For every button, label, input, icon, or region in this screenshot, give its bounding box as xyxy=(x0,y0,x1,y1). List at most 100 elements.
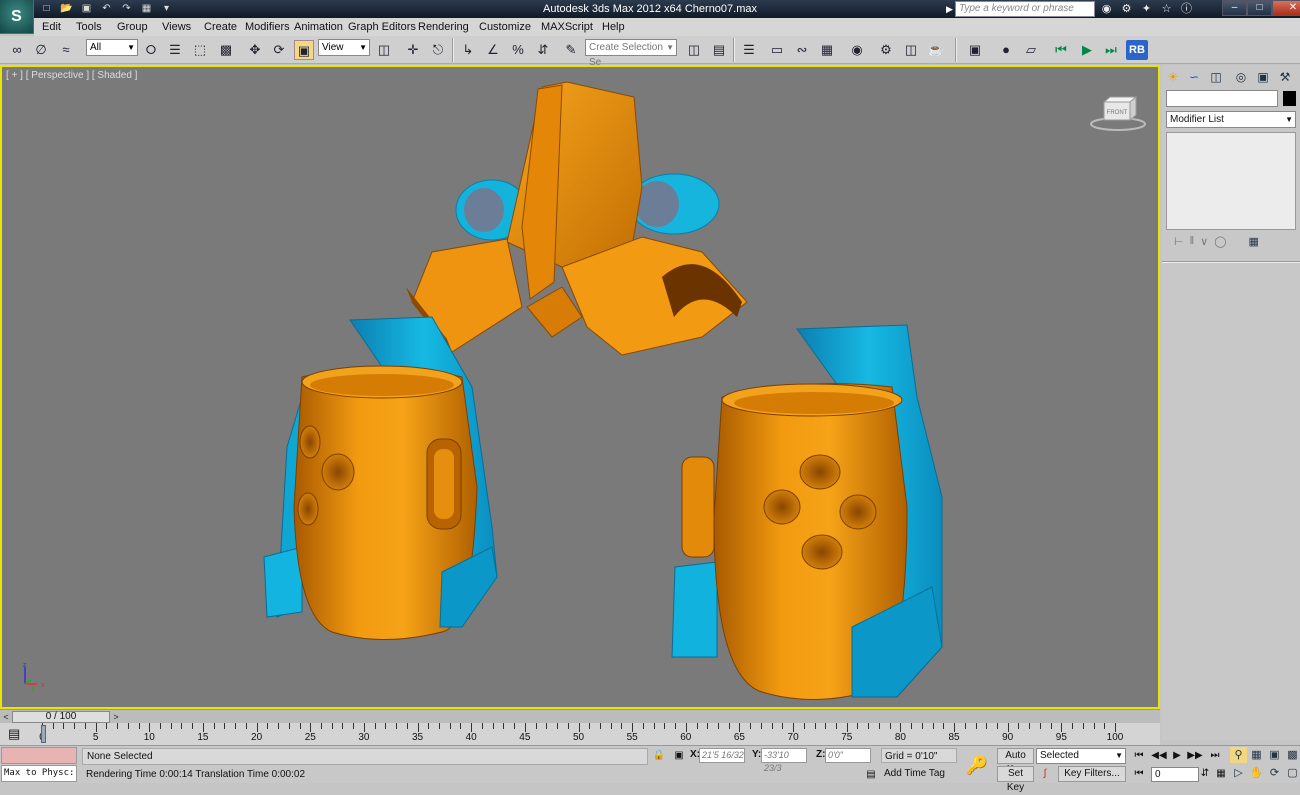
pan-view-icon[interactable]: ✋ xyxy=(1248,765,1265,781)
set-key-icon[interactable]: 🔑 xyxy=(962,752,992,778)
window-crossing-icon[interactable]: ▩ xyxy=(216,40,236,60)
select-and-move-icon[interactable]: ✥ xyxy=(245,40,265,60)
edit-named-selection-icon[interactable]: ✎ xyxy=(561,40,581,60)
maximize-viewport-icon[interactable]: ▢ xyxy=(1284,765,1300,781)
make-unique-icon[interactable]: ∨ xyxy=(1200,235,1208,251)
select-and-rotate-icon[interactable]: ⟳ xyxy=(269,40,289,60)
create-tab-icon[interactable]: ☀ xyxy=(1164,68,1182,86)
motion-tab-icon[interactable]: ◎ xyxy=(1232,68,1250,86)
orbit-icon[interactable]: ⟳ xyxy=(1266,765,1283,781)
layer-manager-icon[interactable]: ☰ xyxy=(739,40,759,60)
perspective-viewport[interactable]: [ + ] [ Perspective ] [ Shaded ] FRONT x… xyxy=(0,65,1160,709)
select-and-link-icon[interactable]: ∞ xyxy=(7,40,27,60)
render-production-icon[interactable]: ☕ xyxy=(926,40,946,60)
menu-modifiers[interactable]: Modifiers xyxy=(245,21,290,33)
named-selection-set-select[interactable]: Create Selection Se ▼ xyxy=(585,39,677,68)
menu-animation[interactable]: Animation xyxy=(294,21,343,33)
step-sim-icon[interactable]: ⏭ xyxy=(1101,40,1121,60)
maxscript-mini-listener[interactable] xyxy=(1,747,77,764)
menu-customize[interactable]: Customize xyxy=(479,21,531,33)
qat-dropdown-icon[interactable]: ▾ xyxy=(158,1,175,16)
rewind-sim-icon[interactable]: ⏮ xyxy=(1051,40,1071,60)
utilities-tab-icon[interactable]: ⚒ xyxy=(1276,68,1294,86)
time-slider-handle[interactable]: 0 / 100 xyxy=(12,711,110,723)
absolute-mode-icon[interactable]: ▣ xyxy=(670,748,688,764)
selection-filter-select[interactable]: All ▼ xyxy=(86,39,138,56)
undo-icon[interactable]: ↶ xyxy=(98,1,115,16)
unlink-selection-icon[interactable]: ∅ xyxy=(31,40,51,60)
container-icon[interactable]: ▣ xyxy=(965,40,985,60)
maximize-button[interactable]: □ xyxy=(1247,0,1272,16)
select-and-scale-icon[interactable]: ▣ xyxy=(294,40,314,60)
menu-maxscript[interactable]: MAXScript xyxy=(541,21,593,33)
search-input[interactable]: Type a keyword or phrase xyxy=(955,1,1095,17)
open-file-icon[interactable]: 📂 xyxy=(58,1,75,16)
menu-create[interactable]: Create xyxy=(204,21,237,33)
menu-help[interactable]: Help xyxy=(602,21,625,33)
object-name-input[interactable] xyxy=(1166,90,1278,107)
project-folder-icon[interactable]: ▦ xyxy=(138,1,155,16)
time-slider[interactable]: < 0 / 100 > xyxy=(0,709,1160,723)
play-animation-icon[interactable]: ▶ xyxy=(1168,748,1186,764)
bind-to-space-warp-icon[interactable]: ≈ xyxy=(56,40,76,60)
zoom-icon[interactable]: ⚲ xyxy=(1230,747,1247,763)
subscription-icon[interactable]: ⚙ xyxy=(1118,0,1135,18)
select-manipulate-icon[interactable]: ✛ xyxy=(403,40,423,60)
y-coordinate-input[interactable]: -33'10 23/3 xyxy=(761,748,807,773)
mirror-icon[interactable]: ◫ xyxy=(684,40,704,60)
time-slider-prev-button[interactable]: < xyxy=(0,711,12,723)
default-tangent-icon[interactable]: ∫ xyxy=(1036,766,1054,782)
menu-group[interactable]: Group xyxy=(117,21,148,33)
reactor-icon[interactable]: ● xyxy=(996,40,1016,60)
percent-snap-icon[interactable]: % xyxy=(508,40,528,60)
menu-tools[interactable]: Tools xyxy=(76,21,102,33)
menu-rendering[interactable]: Rendering xyxy=(418,21,469,33)
current-frame-input[interactable]: 0 xyxy=(1151,767,1199,782)
viewcube-icon[interactable]: FRONT xyxy=(1090,94,1146,134)
frame-spinner-icon[interactable]: ⇵ xyxy=(1200,766,1210,782)
time-configuration-icon[interactable]: ▦ xyxy=(1212,766,1230,782)
favorites-star-icon[interactable]: ☆ xyxy=(1158,0,1175,18)
x-coordinate-input[interactable]: 21'5 16/32 xyxy=(699,748,745,763)
curve-editor-icon[interactable]: ∾ xyxy=(792,40,812,60)
spinner-snap-icon[interactable]: ⇵ xyxy=(533,40,553,60)
menu-edit[interactable]: Edit xyxy=(42,21,61,33)
hierarchy-tab-icon[interactable]: ◫ xyxy=(1207,68,1225,86)
rendered-frame-window-icon[interactable]: ◫ xyxy=(901,40,921,60)
go-to-start-icon[interactable]: ⏮ xyxy=(1130,748,1148,764)
search-expand-icon[interactable]: ▶ xyxy=(946,1,953,17)
zoom-extents-all-icon[interactable]: ▩ xyxy=(1284,747,1300,763)
z-coordinate-input[interactable]: 0'0" xyxy=(825,748,871,763)
redo-icon[interactable]: ↷ xyxy=(118,1,135,16)
set-key-button[interactable]: Set Key xyxy=(997,766,1034,793)
field-of-view-icon[interactable]: ▷ xyxy=(1230,765,1247,781)
trackbar[interactable]: ▤ 05101520253035404550556065707580859095… xyxy=(0,723,1160,745)
maxscript-input[interactable]: Max to Physc: xyxy=(1,765,77,782)
rectangular-selection-icon[interactable]: ⬚ xyxy=(190,40,210,60)
pivot-center-icon[interactable]: ◫ xyxy=(374,40,394,60)
play-sim-icon[interactable]: ▶ xyxy=(1077,40,1097,60)
modifier-stack-list[interactable] xyxy=(1166,132,1296,230)
binoculars-icon[interactable]: ◉ xyxy=(1098,0,1115,18)
reference-coordinate-select[interactable]: View ▼ xyxy=(318,39,370,56)
next-frame-icon[interactable]: ▶▶ xyxy=(1186,748,1204,764)
application-button[interactable]: S xyxy=(0,0,34,34)
communication-icon[interactable]: ✦ xyxy=(1138,0,1155,18)
help-icon[interactable]: ⓘ xyxy=(1178,0,1195,18)
current-frame-marker[interactable] xyxy=(41,725,46,743)
physx-preview-icon[interactable]: ▱ xyxy=(1021,40,1041,60)
time-tag-icon[interactable]: ▤ xyxy=(862,767,880,783)
render-setup-icon[interactable]: ⚙ xyxy=(876,40,896,60)
show-end-result-icon[interactable]: ‖ xyxy=(1190,235,1195,251)
minimize-button[interactable]: – xyxy=(1222,0,1247,16)
keyboard-shortcut-override-icon[interactable]: ⎋ xyxy=(428,40,448,60)
zoom-extents-icon[interactable]: ▣ xyxy=(1266,747,1283,763)
new-file-icon[interactable]: □ xyxy=(38,1,55,16)
previous-frame-icon[interactable]: ◀◀ xyxy=(1150,748,1168,764)
pin-stack-icon[interactable]: ⊢ xyxy=(1174,235,1184,251)
align-icon[interactable]: ▤ xyxy=(709,40,729,60)
key-mode-toggle-icon[interactable]: ⏮ xyxy=(1130,766,1148,782)
display-tab-icon[interactable]: ▣ xyxy=(1254,68,1272,86)
key-filters-button[interactable]: Key Filters... xyxy=(1058,766,1126,782)
zoom-all-icon[interactable]: ▦ xyxy=(1248,747,1265,763)
